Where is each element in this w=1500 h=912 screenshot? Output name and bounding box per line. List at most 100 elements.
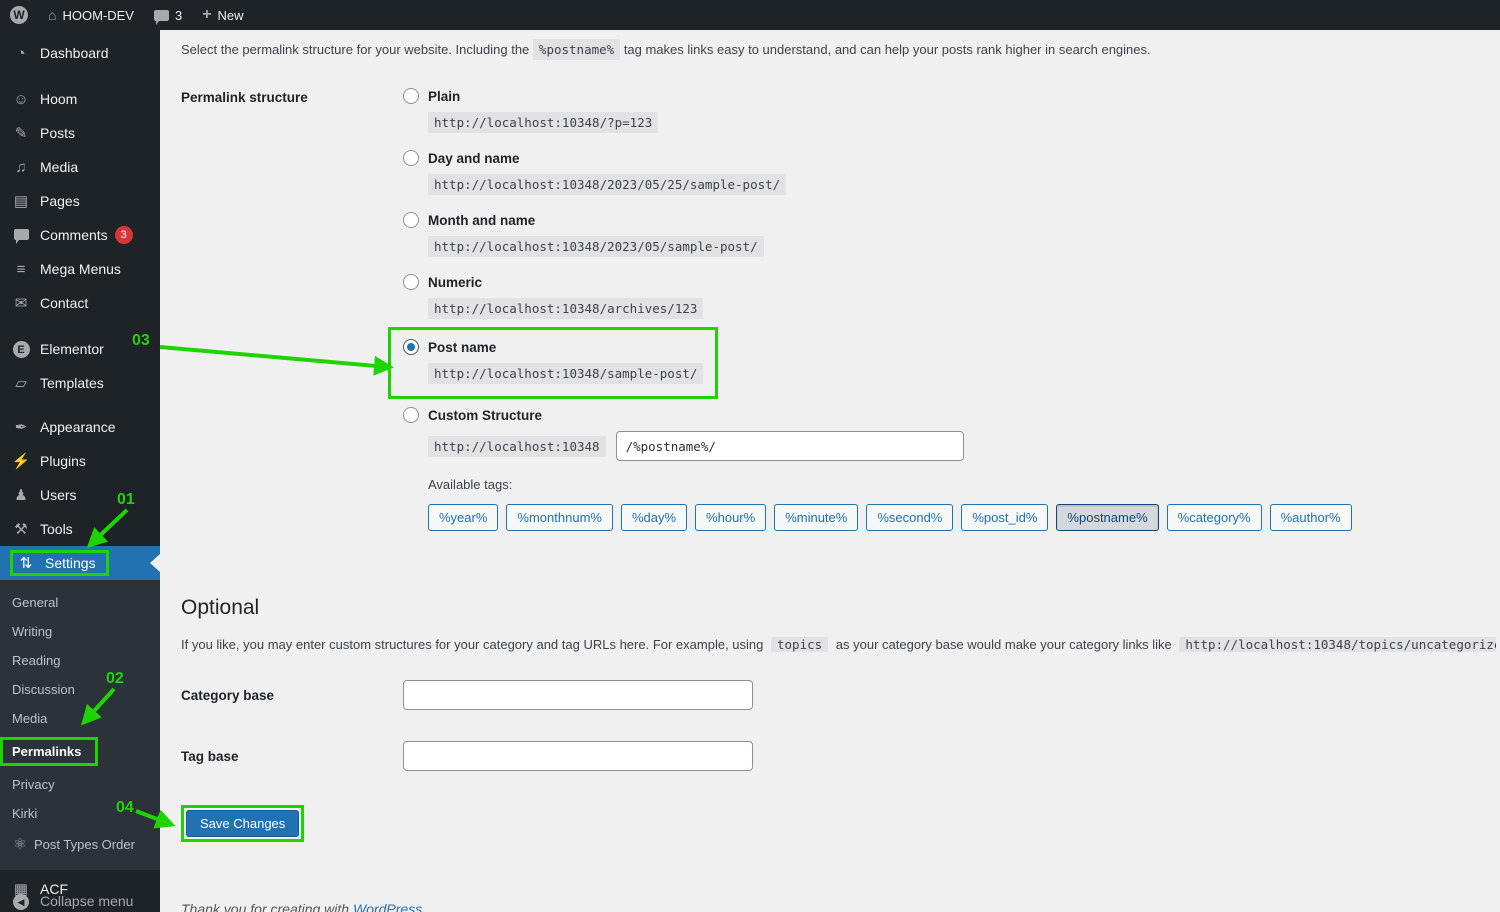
tools-icon: ⚒ <box>10 520 32 538</box>
submenu-item-writing[interactable]: Writing <box>0 617 160 646</box>
submenu-fold-arrow <box>141 554 160 572</box>
admin-bar-comments[interactable]: 3 <box>144 0 192 30</box>
sidebar-item-label: Hoom <box>40 91 77 107</box>
radio-post-name[interactable] <box>403 339 419 355</box>
dashboard-icon: ◔ <box>10 45 32 62</box>
tag-button-day[interactable]: %day% <box>621 504 687 531</box>
tag-button-monthnum[interactable]: %monthnum% <box>506 504 613 531</box>
topics-code: topics <box>771 637 828 652</box>
folder-icon: ▱ <box>10 374 32 392</box>
option-month-and-name-radio-row[interactable]: Month and name <box>403 212 1352 228</box>
radio-day-and-name[interactable] <box>403 150 419 166</box>
submenu-item-privacy[interactable]: Privacy <box>0 770 160 799</box>
intro-before: Select the permalink structure for your … <box>181 42 529 57</box>
sidebar-item-plugins[interactable]: ⚡ Plugins <box>0 444 160 478</box>
option-label[interactable]: Custom Structure <box>428 408 542 423</box>
option-label[interactable]: Numeric <box>428 275 482 290</box>
tag-button-second[interactable]: %second% <box>866 504 953 531</box>
sidebar-item-templates[interactable]: ▱ Templates <box>0 366 160 400</box>
custom-structure-prefix: http://localhost:10348 <box>428 436 606 457</box>
sidebar-item-settings[interactable]: ⇅ Settings <box>0 546 160 580</box>
submenu-item-general[interactable]: General <box>0 588 160 617</box>
category-base-input[interactable] <box>403 680 753 710</box>
sidebar-item-label: Elementor <box>40 341 104 357</box>
wordpress-link[interactable]: WordPress <box>353 901 422 912</box>
admin-bar-comment-count: 3 <box>175 8 182 23</box>
radio-plain[interactable] <box>403 88 419 104</box>
tag-button-year[interactable]: %year% <box>428 504 498 531</box>
permalinks-highlight-box: Permalinks <box>0 737 98 766</box>
tag-button-postname[interactable]: %postname% <box>1056 504 1158 531</box>
option-custom-structure-radio-row[interactable]: Custom Structure <box>403 407 1352 423</box>
tag-button-hour[interactable]: %hour% <box>695 504 766 531</box>
radio-month-and-name[interactable] <box>403 212 419 228</box>
wp-logo-menu[interactable]: W <box>0 0 38 30</box>
sidebar-item-hoom[interactable]: ☺ Hoom <box>0 82 160 116</box>
option-label[interactable]: Day and name <box>428 151 520 166</box>
sidebar-item-label: Tools <box>40 521 73 537</box>
submenu-item-post-types-order[interactable]: ⚛ Post Types Order <box>0 828 160 860</box>
option-post-name: Post name http://localhost:10348/sample-… <box>403 339 703 384</box>
tag-base-input[interactable] <box>403 741 753 771</box>
tag-button-minute[interactable]: %minute% <box>774 504 858 531</box>
option-plain-example: http://localhost:10348/?p=123 <box>428 112 658 133</box>
tag-base-row: Tag base <box>181 741 1500 771</box>
sidebar-item-tools[interactable]: ⚒ Tools <box>0 512 160 546</box>
pin-icon: ✎ <box>10 124 32 142</box>
user-icon: ♟ <box>10 486 32 504</box>
sliders-icon: ⇅ <box>15 554 37 572</box>
sidebar-item-contact[interactable]: ✉ Contact <box>0 286 160 320</box>
intro-after: tag makes links easy to understand, and … <box>624 42 1151 57</box>
tag-button-post-id[interactable]: %post_id% <box>961 504 1048 531</box>
sidebar-item-elementor[interactable]: E Elementor <box>0 332 160 366</box>
sidebar-item-users[interactable]: ♟ Users <box>0 478 160 512</box>
custom-structure-input[interactable] <box>616 431 964 461</box>
permalink-settings-page: Select the permalink structure for your … <box>160 30 1500 912</box>
sidebar-item-media[interactable]: ♫ Media <box>0 150 160 184</box>
site-name-menu[interactable]: ⌂ HOOM-DEV <box>38 0 144 30</box>
save-changes-button[interactable]: Save Changes <box>186 810 299 837</box>
comments-icon <box>10 227 32 244</box>
category-url-code: http://localhost:10348/topics/uncategori… <box>1179 637 1496 652</box>
sidebar-item-dashboard[interactable]: ◔ Dashboard <box>0 36 160 70</box>
tag-button-category[interactable]: %category% <box>1167 504 1262 531</box>
atom-icon: ⚛ <box>10 835 30 853</box>
sidebar-item-label: Collapse menu <box>40 893 133 909</box>
sidebar-item-posts[interactable]: ✎ Posts <box>0 116 160 150</box>
submenu-item-permalinks[interactable]: Permalinks <box>0 737 160 766</box>
comments-count-badge: 3 <box>115 226 133 244</box>
radio-custom-structure[interactable] <box>403 407 419 423</box>
sidebar-item-comments[interactable]: Comments 3 <box>0 218 160 252</box>
radio-numeric[interactable] <box>403 274 419 290</box>
sidebar-item-pages[interactable]: ▤ Pages <box>0 184 160 218</box>
sidebar-item-appearance[interactable]: ✒ Appearance <box>0 410 160 444</box>
submenu-item-kirki[interactable]: Kirki <box>0 799 160 828</box>
sidebar-item-mega-menus[interactable]: ≡ Mega Menus <box>0 252 160 286</box>
submenu-item-media[interactable]: Media <box>0 704 160 733</box>
sidebar-item-label: Mega Menus <box>40 261 121 277</box>
site-name: HOOM-DEV <box>62 8 134 23</box>
sidebar-item-label: Settings <box>45 555 96 571</box>
submenu-item-discussion[interactable]: Discussion <box>0 675 160 704</box>
optional-heading: Optional <box>181 596 1500 620</box>
submenu-item-label: Post Types Order <box>34 837 135 852</box>
tag-button-author[interactable]: %author% <box>1270 504 1352 531</box>
sidebar-item-label: Comments <box>40 227 108 243</box>
option-month-and-name-example: http://localhost:10348/2023/05/sample-po… <box>428 236 764 257</box>
intro-postname-code: %postname% <box>533 39 620 60</box>
option-numeric: Numeric http://localhost:10348/archives/… <box>403 274 1352 319</box>
sidebar-item-label: Posts <box>40 125 75 141</box>
optional-desc-part1: If you like, you may enter custom struct… <box>181 637 763 652</box>
option-label[interactable]: Post name <box>428 340 496 355</box>
option-plain-radio-row[interactable]: Plain <box>403 88 1352 104</box>
option-day-and-name-radio-row[interactable]: Day and name <box>403 150 1352 166</box>
collapse-menu-button[interactable]: ◀ Collapse menu <box>0 884 160 912</box>
option-label[interactable]: Plain <box>428 89 460 104</box>
plugin-icon: ⚡ <box>10 452 32 470</box>
footer-text: Thank you for creating with <box>181 901 353 912</box>
option-numeric-radio-row[interactable]: Numeric <box>403 274 1352 290</box>
submenu-item-reading[interactable]: Reading <box>0 646 160 675</box>
admin-bar-new[interactable]: + New <box>192 0 253 30</box>
option-label[interactable]: Month and name <box>428 213 535 228</box>
option-post-name-radio-row[interactable]: Post name <box>403 339 703 355</box>
